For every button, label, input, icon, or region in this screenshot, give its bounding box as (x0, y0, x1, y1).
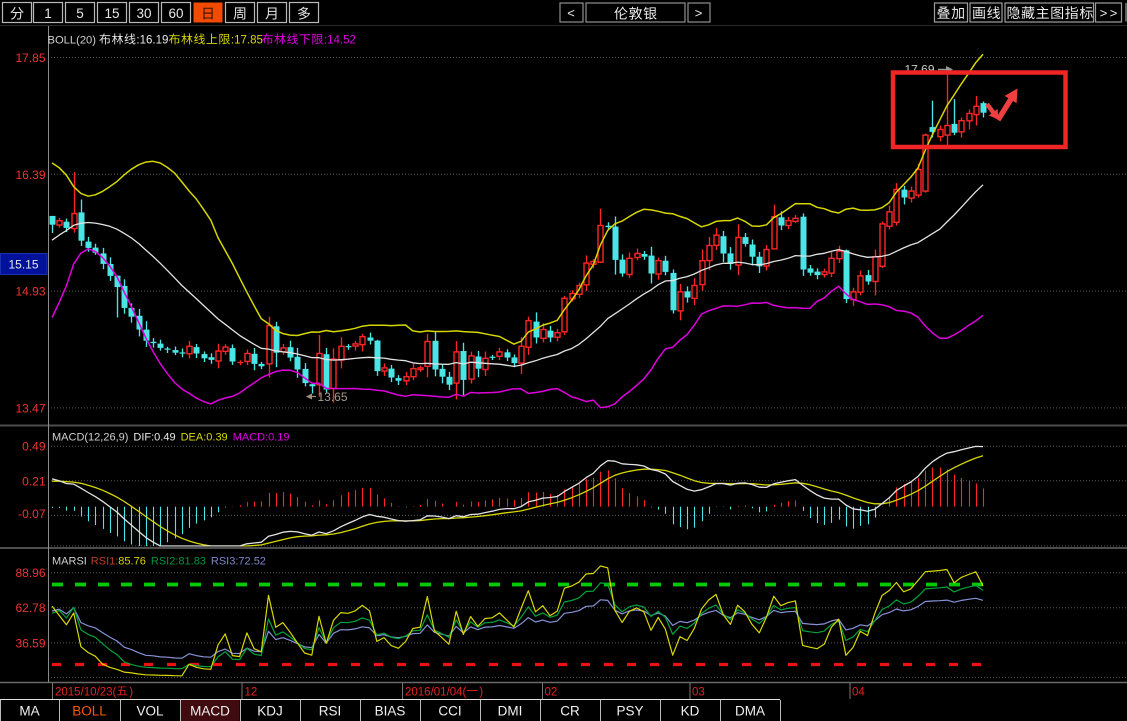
svg-text:1: 1 (44, 6, 52, 21)
svg-text:16.39: 16.39 (15, 168, 45, 182)
svg-text::16.19: :16.19 (136, 35, 168, 47)
svg-text:MACD(12,26,9): MACD(12,26,9) (52, 432, 128, 444)
svg-text:DMI: DMI (498, 704, 523, 719)
svg-text:MACD:0.19: MACD:0.19 (233, 432, 290, 444)
svg-text:12: 12 (245, 687, 258, 699)
svg-text:RSI3:72.52: RSI3:72.52 (211, 556, 266, 568)
svg-text:CCI: CCI (438, 704, 461, 719)
svg-text:30: 30 (136, 6, 151, 21)
svg-text::14.52: :14.52 (324, 35, 356, 47)
svg-text:0.49: 0.49 (22, 440, 46, 454)
svg-text:60: 60 (168, 6, 183, 21)
svg-text:2015/10/23(: 2015/10/23( (55, 687, 117, 699)
svg-text:03: 03 (692, 687, 705, 699)
svg-text:>: > (1110, 6, 1118, 21)
svg-text:17.85: 17.85 (15, 51, 45, 65)
svg-text:2016/01/04(: 2016/01/04( (405, 687, 467, 699)
svg-text:>: > (695, 6, 703, 21)
svg-text:BOLL(20): BOLL(20) (48, 35, 97, 47)
svg-text:<: < (567, 6, 575, 21)
svg-text:DMA: DMA (735, 704, 765, 719)
svg-text:0.21: 0.21 (22, 474, 46, 488)
svg-text:04: 04 (852, 687, 865, 699)
svg-text:MARSI: MARSI (52, 556, 87, 568)
svg-text:14.93: 14.93 (15, 285, 45, 299)
svg-text::17.85: :17.85 (231, 35, 263, 47)
svg-text:): ) (129, 687, 133, 699)
svg-text:RSI: RSI (319, 704, 342, 719)
svg-text:-0.07: -0.07 (18, 507, 46, 521)
svg-text:RSI2:81.83: RSI2:81.83 (151, 556, 206, 568)
svg-text:85.76: 85.76 (118, 556, 146, 568)
svg-text:15.15: 15.15 (8, 258, 38, 272)
svg-text:15: 15 (104, 6, 119, 21)
svg-text:BIAS: BIAS (375, 704, 406, 719)
svg-text:5: 5 (76, 6, 84, 21)
svg-text:PSY: PSY (616, 704, 643, 719)
svg-text:MA: MA (19, 704, 39, 719)
svg-text:88.96: 88.96 (15, 566, 45, 580)
svg-text:KDJ: KDJ (257, 704, 283, 719)
svg-text:62.78: 62.78 (15, 601, 45, 615)
svg-text:>: > (1100, 6, 1108, 21)
svg-text:MACD: MACD (190, 704, 230, 719)
svg-text:02: 02 (545, 687, 558, 699)
svg-text:RSI1:: RSI1: (91, 556, 119, 568)
svg-text:CR: CR (560, 704, 580, 719)
svg-text:): ) (479, 687, 483, 699)
svg-text:DIF:0.49: DIF:0.49 (133, 432, 175, 444)
svg-text:KD: KD (681, 704, 700, 719)
svg-text:13.65: 13.65 (318, 390, 348, 404)
svg-text:DEA:0.39: DEA:0.39 (181, 432, 228, 444)
svg-text:36.59: 36.59 (15, 636, 45, 650)
svg-text:13.47: 13.47 (15, 401, 45, 415)
svg-text:VOL: VOL (136, 704, 164, 719)
svg-text:BOLL: BOLL (72, 704, 107, 719)
